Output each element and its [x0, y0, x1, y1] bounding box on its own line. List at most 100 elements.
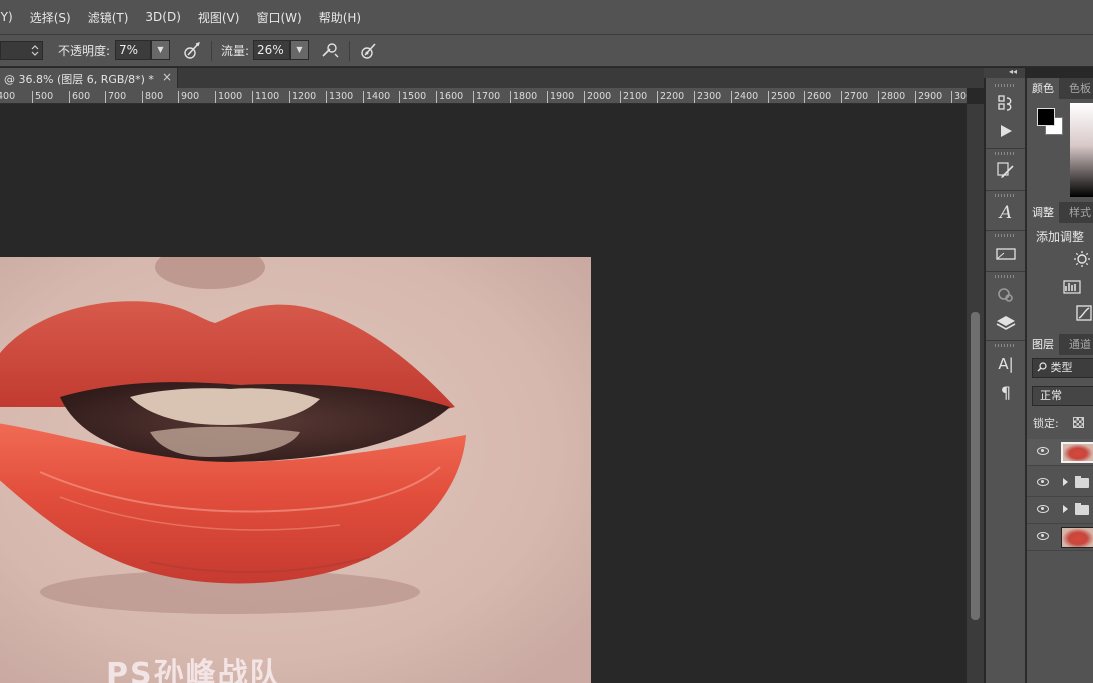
document-tab[interactable]: @ 36.8% (图层 6, RGB/8*) * ×: [0, 68, 178, 88]
dock-separator: [986, 230, 1025, 231]
menu-filter[interactable]: 滤镜(T): [88, 9, 129, 26]
tab-layers[interactable]: 图层: [1027, 334, 1059, 355]
ruler-tick: 800: [142, 91, 163, 103]
menu-layer[interactable]: (Y): [0, 10, 13, 24]
close-tab-icon[interactable]: ×: [162, 70, 172, 84]
ruler-tick: 2900: [915, 91, 942, 103]
dock-grip[interactable]: [995, 194, 1016, 197]
panel-dock: A A| ¶: [986, 78, 1025, 683]
right-panels: 颜色 色板 调整 样式 添加调整 图层 通道 类型 正常 锁定:: [1025, 78, 1093, 683]
dock-grip[interactable]: [995, 344, 1016, 347]
layer-filter-select[interactable]: 类型: [1032, 358, 1093, 378]
canvas-area[interactable]: PS孙峰战队: [0, 104, 967, 683]
expand-group-icon[interactable]: [1063, 505, 1068, 513]
ruler-tick: 2200: [657, 91, 684, 103]
ruler-tick: 900: [178, 91, 199, 103]
ruler-tick: 1800: [510, 91, 537, 103]
menu-help[interactable]: 帮助(H): [319, 9, 361, 26]
pressure-opacity-icon[interactable]: [182, 41, 202, 61]
menu-select[interactable]: 选择(S): [30, 9, 71, 26]
tab-adjustments[interactable]: 调整: [1027, 202, 1059, 223]
ruler-tick: 2500: [768, 91, 795, 103]
ruler-tick: 1500: [399, 91, 426, 103]
opacity-field[interactable]: 7%: [115, 40, 151, 60]
visibility-eye-icon[interactable]: [1037, 532, 1049, 540]
ruler-tick: 1700: [473, 91, 500, 103]
clone-source-icon[interactable]: [995, 284, 1017, 306]
history-icon[interactable]: [995, 92, 1017, 114]
document-tab-bar: @ 36.8% (图层 6, RGB/8*) * ×: [0, 68, 984, 88]
airbrush-icon[interactable]: [320, 41, 340, 61]
ruler-tick: 1200: [289, 91, 316, 103]
lock-label: 锁定:: [1033, 417, 1059, 430]
dock-header: [984, 68, 1025, 78]
clone-glyph: [998, 288, 1013, 302]
ruler-tick: 2000: [584, 91, 611, 103]
watermark-text: PS孙峰战队: [106, 657, 282, 683]
brightness-icon[interactable]: [1073, 250, 1091, 268]
ruler-tick: 2600: [804, 91, 831, 103]
color-panel-tabs: 颜色 色板: [1027, 78, 1093, 99]
vertical-scrollbar[interactable]: [967, 104, 984, 683]
tab-swatches[interactable]: 色板: [1064, 78, 1093, 99]
ruler-tick: 1300: [326, 91, 353, 103]
character-styles-icon[interactable]: A: [995, 202, 1017, 224]
layers-glyph: [996, 316, 1016, 330]
tab-channels[interactable]: 通道: [1064, 334, 1093, 355]
dock-grip[interactable]: [995, 234, 1016, 237]
dock-separator: [986, 148, 1025, 149]
rectangle-icon[interactable]: [995, 243, 1017, 265]
options-separator: [349, 41, 350, 61]
brush-glyph: [997, 162, 1014, 178]
layer-row[interactable]: [1027, 524, 1093, 551]
blend-mode-select[interactable]: 正常: [1032, 386, 1093, 406]
ruler-tick: 2700: [841, 91, 868, 103]
layers-panel-tabs: 图层 通道: [1027, 334, 1093, 355]
dock-grip[interactable]: [995, 152, 1016, 155]
layer-group-row[interactable]: [1027, 470, 1093, 497]
ruler-tick: 700: [105, 91, 126, 103]
layer-row[interactable]: [1027, 439, 1093, 466]
ruler-tick: 600: [69, 91, 90, 103]
curves-icon[interactable]: [1075, 304, 1093, 322]
dock-separator: [986, 340, 1025, 341]
ruler-tick: 500: [32, 91, 53, 103]
visibility-eye-icon[interactable]: [1037, 447, 1049, 455]
foreground-color-swatch[interactable]: [1037, 108, 1055, 126]
color-spectrum[interactable]: [1070, 103, 1093, 197]
opacity-dropdown-button[interactable]: ▼: [151, 40, 170, 60]
play-actions-icon[interactable]: [995, 120, 1017, 142]
lock-transparency-icon[interactable]: [1073, 417, 1084, 428]
paragraph-icon[interactable]: ¶: [995, 381, 1017, 403]
lips-illustration: [0, 257, 591, 683]
dock-separator: [986, 190, 1025, 191]
layer-group-row[interactable]: [1027, 497, 1093, 524]
options-separator: [211, 41, 212, 61]
scrollbar-thumb[interactable]: [971, 312, 980, 620]
horizontal-ruler[interactable]: 400 500 600 700 800 900 1000 1100 1200 1…: [0, 88, 967, 104]
photoshop-window: (Y) 选择(S) 滤镜(T) 3D(D) 视图(V) 窗口(W) 帮助(H) …: [0, 0, 1093, 683]
flow-field[interactable]: 26%: [253, 40, 290, 60]
ruler-tick: 1000: [215, 91, 242, 103]
menu-window[interactable]: 窗口(W): [256, 9, 301, 26]
menu-view[interactable]: 视图(V): [198, 9, 240, 26]
visibility-eye-icon[interactable]: [1037, 505, 1049, 513]
layers-icon[interactable]: [995, 312, 1017, 334]
dock-grip[interactable]: [995, 84, 1016, 87]
tab-styles[interactable]: 样式: [1064, 202, 1093, 223]
brush-mode-select[interactable]: [0, 41, 43, 60]
stepper-icon: [31, 45, 39, 56]
flow-dropdown-button[interactable]: ▼: [290, 40, 309, 60]
ruler-tick: 1900: [547, 91, 574, 103]
visibility-eye-icon[interactable]: [1037, 478, 1049, 486]
brush-presets-icon[interactable]: [995, 160, 1017, 182]
pressure-size-icon[interactable]: [359, 41, 379, 61]
tab-color[interactable]: 颜色: [1027, 78, 1059, 99]
text-type-icon[interactable]: A|: [995, 353, 1017, 375]
expand-group-icon[interactable]: [1063, 478, 1068, 486]
dock-grip[interactable]: [995, 275, 1016, 278]
lips-photo[interactable]: PS孙峰战队: [0, 257, 591, 683]
levels-icon[interactable]: [1063, 278, 1081, 296]
menu-3d[interactable]: 3D(D): [145, 10, 180, 24]
collapse-panels-icon[interactable]: ◂◂: [1009, 67, 1017, 76]
